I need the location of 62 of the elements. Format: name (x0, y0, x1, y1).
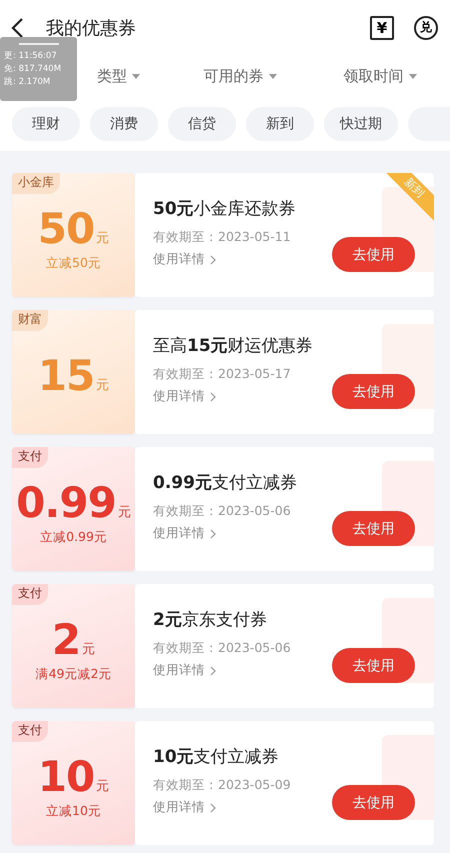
use-button[interactable]: 去使用 (332, 785, 415, 820)
debug-stat: 跳: 2.170M (4, 76, 52, 89)
yen-receipt-icon[interactable]: ¥ (370, 16, 394, 40)
chevron-icon (210, 802, 216, 812)
discount-text: 立减50元 (46, 254, 101, 272)
filter-chip[interactable]: 快过期 (324, 107, 398, 141)
caret-icon (268, 74, 276, 78)
validity-date: 有效期至：2023-05-11 (153, 229, 292, 246)
discount-text: 满49元减2元 (36, 666, 112, 682)
usage-details-link[interactable]: 使用详情 (153, 388, 216, 405)
filter-dropdown[interactable]: 领取时间 (310, 66, 450, 86)
coupon-tag: 小金库 (12, 173, 60, 194)
filter-dropdown[interactable]: 可用的券 (170, 66, 310, 86)
use-button[interactable]: 去使用 (332, 374, 415, 409)
usage-details-link[interactable]: 使用详情 (153, 525, 216, 542)
back-icon[interactable] (10, 16, 24, 38)
validity-date: 有效期至：2023-05-06 (153, 640, 292, 657)
coupon-title: 至高15元财运优惠券 (153, 335, 314, 357)
validity-date: 有效期至：2023-05-17 (153, 366, 292, 383)
coupon-amount: 2 (52, 618, 80, 662)
debug-stat: 更: 11:56:07 (4, 50, 58, 63)
filter-chip[interactable]: 理财 (12, 107, 80, 141)
coupon-tag: 支付 (12, 447, 48, 468)
use-button[interactable]: 去使用 (332, 648, 415, 683)
usage-details-link[interactable]: 使用详情 (153, 251, 216, 268)
discount-text: 立减0.99元 (40, 528, 107, 546)
coupon-title: 10元支付立减券 (153, 746, 280, 768)
use-button[interactable]: 去使用 (332, 237, 415, 272)
debug-overlay[interactable]: 更: 11:56:07 免: 817.740M 跳: 2.170M (0, 37, 77, 101)
coupon-amount: 0.99 (16, 480, 116, 524)
coupon-tag: 财富 (12, 310, 48, 331)
chevron-icon (210, 666, 216, 676)
currency-unit: 元 (96, 230, 110, 246)
filter-chip[interactable]: 消费 (90, 107, 158, 141)
coupon-tag: 支付 (12, 721, 48, 742)
chevron-icon (210, 254, 216, 264)
filter-chip[interactable]: 信贷 (168, 107, 236, 141)
validity-date: 有效期至：2023-05-09 (153, 777, 292, 794)
chevron-icon (210, 528, 216, 538)
filter-chip[interactable]: 新到 (246, 107, 314, 141)
coupon-amount: 50 (38, 206, 94, 250)
coupon-title: 0.99元支付立减券 (153, 472, 298, 494)
use-button[interactable]: 去使用 (332, 511, 415, 546)
chevron-icon (210, 392, 216, 402)
currency-unit: 元 (96, 778, 110, 794)
debug-stat: 免: 817.740M (4, 63, 62, 76)
currency-unit: 元 (118, 504, 131, 520)
coupon-amount: 15 (38, 354, 94, 398)
discount-text: 立减10元 (46, 802, 101, 820)
page-title: 我的优惠券 (46, 16, 136, 40)
caret-icon (132, 74, 140, 78)
coupon-amount: 10 (38, 754, 94, 798)
coupon-title: 50元小金库还款券 (153, 198, 297, 220)
caret-icon (408, 74, 416, 78)
usage-details-link[interactable]: 使用详情 (153, 662, 216, 679)
coupon-tag: 支付 (12, 584, 48, 605)
validity-date: 有效期至：2023-05-06 (153, 503, 292, 520)
coupon-title: 2元京东支付券 (153, 609, 268, 631)
exchange-icon[interactable]: 兑 (414, 16, 438, 40)
usage-details-link[interactable]: 使用详情 (153, 799, 216, 816)
currency-unit: 元 (82, 640, 96, 658)
currency-unit: 元 (96, 377, 110, 394)
